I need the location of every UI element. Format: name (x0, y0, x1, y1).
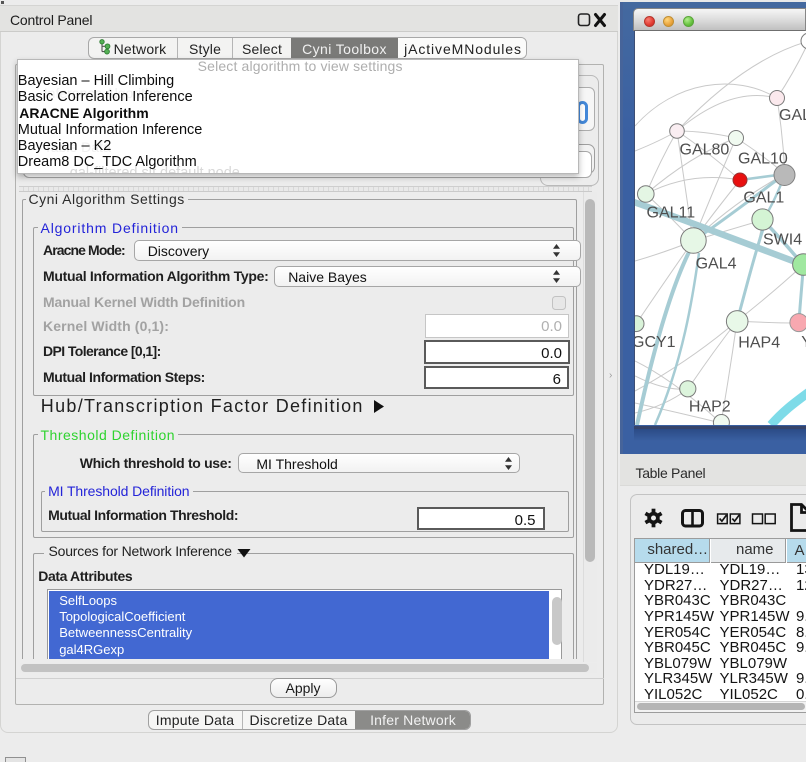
svg-text:GCY1: GCY1 (635, 334, 676, 351)
svg-text:Y: Y (801, 334, 806, 351)
svg-text:GAL4: GAL4 (696, 256, 737, 273)
svg-text:GAL11: GAL11 (647, 205, 696, 222)
svg-text:GAL1: GAL1 (743, 190, 784, 207)
svg-text:GAL7: GAL7 (779, 107, 806, 124)
svg-text:GAL10: GAL10 (738, 151, 788, 168)
svg-text:SWI4: SWI4 (763, 232, 802, 249)
svg-text:HAP4: HAP4 (738, 335, 780, 352)
svg-text:GAL80: GAL80 (680, 142, 730, 159)
svg-text:HAP2: HAP2 (689, 399, 731, 416)
